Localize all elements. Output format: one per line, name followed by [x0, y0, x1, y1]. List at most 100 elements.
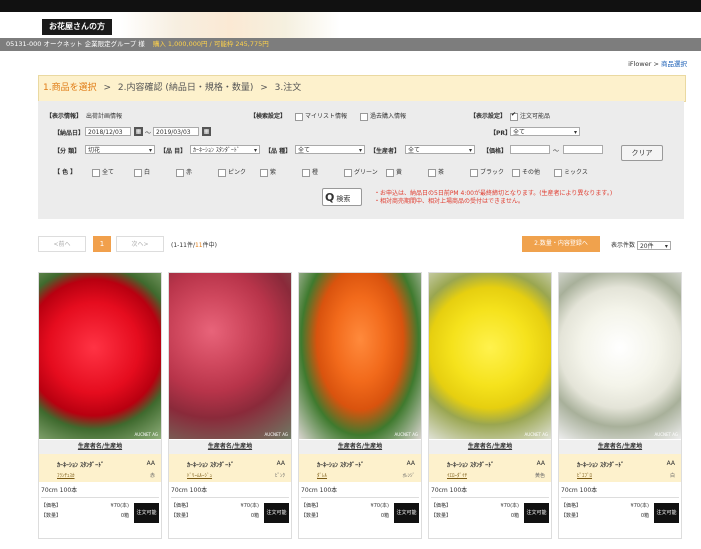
- variety-link[interactable]: ﾀﾞﾚﾙ: [317, 472, 327, 479]
- price-qty-box: 【価格】 ¥70(本) 【数量】 0箱 注文可能: [561, 497, 679, 536]
- product-photo[interactable]: AUCNET AG: [429, 273, 551, 439]
- variety-link[interactable]: ﾋﾟｴﾌﾞﾛ: [577, 472, 592, 479]
- quantity-label: 【数量】: [171, 513, 192, 519]
- order-available-button[interactable]: 注文可能: [264, 503, 289, 523]
- color-checkbox[interactable]: グリーン: [344, 167, 378, 177]
- step-arrow: >: [103, 83, 112, 93]
- product-photo[interactable]: AUCNET AG: [299, 273, 421, 439]
- color-checkbox[interactable]: ブラック: [470, 167, 504, 177]
- pr-select[interactable]: 全て: [510, 127, 580, 136]
- order-steps: 1.商品を選択 > 2.内容確認 (納品日・規格・数量) > 3.注文: [38, 75, 686, 102]
- price-qty-box: 【価格】 ¥70(本) 【数量】 0箱 注文可能: [431, 497, 549, 536]
- color-checkbox[interactable]: 橙: [302, 167, 318, 177]
- order-available-button[interactable]: 注文可能: [654, 503, 679, 523]
- note-line: ・お申込は、納品日の5日前PM 4:00が最終締切となります。(生産者により異な…: [374, 190, 613, 197]
- producer-link[interactable]: 生産者名/生産地: [429, 440, 551, 454]
- color-checkbox[interactable]: 白: [134, 167, 150, 177]
- watermark: AUCNET AG: [264, 432, 288, 437]
- product-photo[interactable]: AUCNET AG: [39, 273, 161, 439]
- order-available-button[interactable]: 注文可能: [134, 503, 159, 523]
- producer-link[interactable]: 生産者名/生産地: [39, 440, 161, 454]
- display-info-label: 【表示情報】: [46, 113, 83, 120]
- step-order: 3.注文: [274, 83, 302, 93]
- display-setting-label: 【表示設定】: [470, 113, 507, 120]
- note-line: ・相対商売期間中、相対上場商品の受付はできません。: [374, 198, 524, 205]
- per-page-select[interactable]: 20件: [636, 241, 671, 250]
- variety-link[interactable]: ｲｴﾛｰﾀﾞｲﾔ: [447, 472, 467, 479]
- product-photo[interactable]: AUCNET AG: [169, 273, 291, 439]
- calendar-icon[interactable]: ▦: [202, 127, 211, 136]
- product-card[interactable]: AUCNET AG 生産者名/生産地 ｶｰﾈｰｼｮﾝ ｽﾀﾝﾀﾞｰﾄﾞ AA ｲｴﾛｰﾀ…: [428, 272, 552, 539]
- price-label: 【価格】: [561, 503, 582, 509]
- to-quantity-entry-button[interactable]: 2.数量・内容登録へ: [522, 236, 600, 252]
- item-name: ｶｰﾈｰｼｮﾝ ｽﾀﾝﾀﾞｰﾄﾞ: [447, 462, 495, 469]
- search-icon: Q: [325, 191, 335, 204]
- producer-link[interactable]: 生産者名/生産地: [169, 440, 291, 454]
- quantity-value: 0箱: [640, 513, 649, 519]
- price-qty-box: 【価格】 ¥70(本) 【数量】 0箱 注文可能: [41, 497, 159, 536]
- color-name: ｵﾚﾝｼﾞ: [402, 473, 415, 479]
- color-checkbox[interactable]: 全て: [92, 167, 114, 177]
- price-min-input[interactable]: [510, 145, 550, 154]
- product-card[interactable]: AUCNET AG 生産者名/生産地 ｶｰﾈｰｼｮﾝ ｽﾀﾝﾀﾞｰﾄﾞ AA ﾄﾞﾘｰﾑ…: [168, 272, 292, 539]
- price-qty-box: 【価格】 ¥70(本) 【数量】 0箱 注文可能: [301, 497, 419, 536]
- price-label: 【価格】: [431, 503, 452, 509]
- variety-link[interactable]: ﾌﾗﾝﾁｪｽｶ: [57, 472, 75, 479]
- display-info-value: 出荷計画情報: [86, 113, 123, 120]
- search-button[interactable]: Q 検索: [322, 188, 362, 206]
- price-value: ¥70(本): [500, 503, 519, 509]
- order-available-button[interactable]: 注文可能: [524, 503, 549, 523]
- watermark: AUCNET AG: [524, 432, 548, 437]
- flower-banner-image: [120, 12, 340, 38]
- watermark: AUCNET AG: [394, 432, 418, 437]
- mylist-checkbox[interactable]: マイリスト情報: [295, 111, 347, 121]
- next-page-button[interactable]: 次へ>: [116, 236, 164, 252]
- step-select: 1.商品を選択: [43, 83, 97, 93]
- item-select[interactable]: ｶｰﾈｰｼｮﾝ ｽﾀﾝﾀﾞｰﾄﾞ: [190, 145, 260, 154]
- product-card[interactable]: AUCNET AG 生産者名/生産地 ｶｰﾈｰｼｮﾝ ｽﾀﾝﾀﾞｰﾄﾞ AA ﾀﾞﾚﾙ ｵ…: [298, 272, 422, 539]
- watermark: AUCNET AG: [134, 432, 158, 437]
- color-checkbox[interactable]: ピンク: [218, 167, 246, 177]
- item-name: ｶｰﾈｰｼｮﾝ ｽﾀﾝﾀﾞｰﾄﾞ: [317, 462, 365, 469]
- header-banner: お花屋さんの方: [0, 12, 701, 38]
- top-bar: [0, 0, 701, 12]
- price-max-input[interactable]: [563, 145, 603, 154]
- color-checkbox[interactable]: その他: [512, 167, 540, 177]
- product-card[interactable]: AUCNET AG 生産者名/生産地 ｶｰﾈｰｼｮﾝ ｽﾀﾝﾀﾞｰﾄﾞ AA ﾌﾗﾝﾁｪ…: [38, 272, 162, 539]
- producer-link[interactable]: 生産者名/生産地: [559, 440, 681, 454]
- date-from-input[interactable]: 2018/12/03: [85, 127, 131, 136]
- step-arrow: >: [260, 83, 268, 93]
- category-select[interactable]: 切花: [85, 145, 155, 154]
- color-checkbox[interactable]: 茶: [428, 167, 444, 177]
- variety-select[interactable]: 全て: [295, 145, 365, 154]
- color-checkbox[interactable]: 赤: [176, 167, 192, 177]
- variety-row: ｶｰﾈｰｼｮﾝ ｽﾀﾝﾀﾞｰﾄﾞ AA ﾋﾟｴﾌﾞﾛ 白: [559, 454, 681, 482]
- past-purchase-checkbox[interactable]: 過去購入情報: [360, 111, 406, 121]
- size-spec: 70cm 100本: [171, 487, 208, 494]
- product-card[interactable]: AUCNET AG 生産者名/生産地 ｶｰﾈｰｼｮﾝ ｽﾀﾝﾀﾞｰﾄﾞ AA ﾋﾟｴﾌﾞ…: [558, 272, 682, 539]
- variety-row: ｶｰﾈｰｼｮﾝ ｽﾀﾝﾀﾞｰﾄﾞ AA ﾌﾗﾝﾁｪｽｶ 赤: [39, 454, 161, 482]
- order-available-button[interactable]: 注文可能: [394, 503, 419, 523]
- calendar-icon[interactable]: ▦: [134, 127, 143, 136]
- item-name: ｶｰﾈｰｼｮﾝ ｽﾀﾝﾀﾞｰﾄﾞ: [187, 462, 235, 469]
- color-checkbox[interactable]: 紫: [260, 167, 276, 177]
- color-name: 黄色: [534, 473, 545, 479]
- quantity-value: 0箱: [250, 513, 259, 519]
- color-name: ﾋﾟﾝｸ: [274, 473, 285, 479]
- producer-link[interactable]: 生産者名/生産地: [299, 440, 421, 454]
- product-photo[interactable]: AUCNET AG: [559, 273, 681, 439]
- orderable-checkbox[interactable]: 注文可能品: [510, 111, 550, 121]
- date-to-input[interactable]: 2019/03/03: [153, 127, 199, 136]
- clear-button[interactable]: クリア: [621, 145, 663, 161]
- color-checkbox[interactable]: 黄: [386, 167, 402, 177]
- breadcrumb-home[interactable]: iFlower: [628, 60, 651, 68]
- variety-link[interactable]: ﾄﾞﾘｰﾑﾙｰｼﾞｭ: [187, 472, 212, 479]
- producer-select[interactable]: 全て: [405, 145, 475, 154]
- page-number-current[interactable]: 1: [93, 236, 111, 252]
- pr-label: 【PR】: [490, 130, 512, 137]
- price-value: ¥70(本): [370, 503, 389, 509]
- color-label: 【 色 】: [54, 169, 77, 176]
- member-code: 05131-000: [6, 40, 42, 48]
- color-checkbox[interactable]: ミックス: [554, 167, 588, 177]
- prev-page-button[interactable]: <前へ: [38, 236, 86, 252]
